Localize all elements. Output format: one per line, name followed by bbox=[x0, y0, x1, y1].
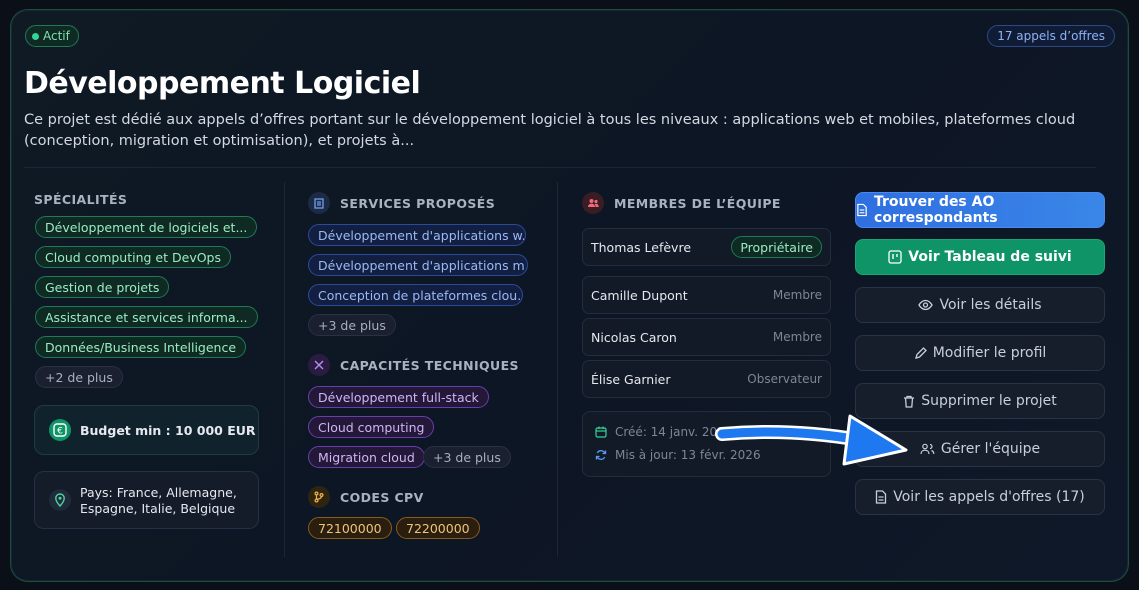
capacite-tag: Cloud computing bbox=[308, 416, 435, 438]
service-tag: Conception de plateformes clou... bbox=[308, 284, 523, 306]
budget-label: Budget min : 10 000 EUR bbox=[80, 423, 256, 438]
member-row: Camille Dupont Membre bbox=[582, 276, 831, 314]
member-name: Élise Garnier bbox=[591, 372, 671, 387]
eye-icon bbox=[918, 299, 934, 311]
pencil-icon bbox=[914, 346, 927, 359]
trash-icon bbox=[904, 395, 915, 408]
countries-line-2: Espagne, Italie, Belgique bbox=[80, 501, 236, 516]
branch-icon bbox=[308, 486, 330, 508]
member-row: Nicolas Caron Membre bbox=[582, 318, 831, 356]
member-name: Nicolas Caron bbox=[591, 330, 677, 345]
member-role-badge: Propriétaire bbox=[731, 236, 822, 258]
project-title: Développement Logiciel bbox=[24, 66, 421, 101]
users-icon bbox=[582, 192, 604, 214]
specialite-tag: Gestion de projets bbox=[35, 276, 170, 298]
refresh-icon bbox=[595, 450, 607, 460]
view-details-button[interactable]: Voir les détails bbox=[855, 287, 1105, 323]
capacites-more-tag[interactable]: +3 de plus bbox=[423, 446, 511, 468]
services-title: SERVICES PROPOSÉS bbox=[308, 192, 495, 214]
status-badge: Actif bbox=[25, 25, 79, 47]
cpv-title: CODES CPV bbox=[308, 486, 424, 508]
location-pin-icon bbox=[49, 489, 71, 511]
document-icon bbox=[857, 203, 867, 217]
member-role: Observateur bbox=[747, 372, 822, 386]
cpv-code-tag: 72100000 bbox=[308, 517, 392, 539]
view-board-button[interactable]: Voir Tableau de suivi bbox=[855, 239, 1105, 275]
column-divider bbox=[284, 182, 285, 557]
status-label: Actif bbox=[43, 29, 70, 43]
services-more-tag[interactable]: +3 de plus bbox=[308, 314, 396, 336]
specialites-more-tag[interactable]: +2 de plus bbox=[35, 366, 123, 388]
svg-text:€: € bbox=[57, 427, 63, 437]
cpv-code-tag: 72200000 bbox=[396, 517, 480, 539]
view-tenders-button[interactable]: Voir les appels d'offres (17) bbox=[855, 479, 1105, 515]
tools-icon bbox=[308, 354, 330, 376]
specialite-tag: Données/Business Intelligence bbox=[35, 336, 247, 358]
find-matching-tenders-button[interactable]: Trouver des AO correspondants bbox=[855, 192, 1105, 228]
member-role: Membre bbox=[772, 288, 822, 302]
capacite-tag: Développement full-stack bbox=[308, 386, 489, 408]
status-dot-icon bbox=[32, 32, 39, 40]
service-tag: Développement d'applications w... bbox=[308, 224, 526, 246]
project-description: Ce projet est dédié aux appels d’offres … bbox=[24, 112, 1076, 149]
specialite-tag: Cloud computing et DevOps bbox=[35, 246, 232, 268]
member-row: Thomas Lefèvre Propriétaire bbox=[582, 228, 831, 266]
countries-line-1: Pays: France, Allemagne, bbox=[80, 485, 237, 500]
service-tag: Développement d'applications m... bbox=[308, 254, 528, 276]
calendar-icon bbox=[595, 426, 607, 438]
member-name: Camille Dupont bbox=[591, 288, 688, 303]
kanban-icon bbox=[888, 250, 902, 264]
budget-box: € Budget min : 10 000 EUR bbox=[34, 405, 259, 455]
column-divider bbox=[557, 182, 558, 557]
specialite-tag: Assistance et services informa... bbox=[35, 306, 258, 328]
member-name: Thomas Lefèvre bbox=[591, 240, 692, 255]
tenders-count-badge: 17 appels d’offres bbox=[987, 25, 1115, 47]
building-icon bbox=[308, 192, 330, 214]
members-title: MEMBRES DE L’ÉQUIPE bbox=[582, 192, 781, 214]
document-icon bbox=[876, 490, 887, 504]
member-role: Membre bbox=[772, 330, 822, 344]
specialites-title: SPÉCIALITÉS bbox=[34, 192, 128, 207]
countries-box: Pays: France, Allemagne, Espagne, Italie… bbox=[34, 471, 259, 529]
annotation-arrow-icon bbox=[715, 414, 908, 466]
euro-icon: € bbox=[49, 419, 71, 441]
header-divider bbox=[24, 167, 1096, 168]
specialite-tag: Développement de logiciels et... bbox=[35, 216, 258, 238]
member-row: Élise Garnier Observateur bbox=[582, 360, 831, 398]
capacite-tag: Migration cloud bbox=[308, 446, 425, 468]
users-icon bbox=[920, 443, 935, 455]
edit-profile-button[interactable]: Modifier le profil bbox=[855, 335, 1105, 371]
capacites-title: CAPACITÉS TECHNIQUES bbox=[308, 354, 519, 376]
